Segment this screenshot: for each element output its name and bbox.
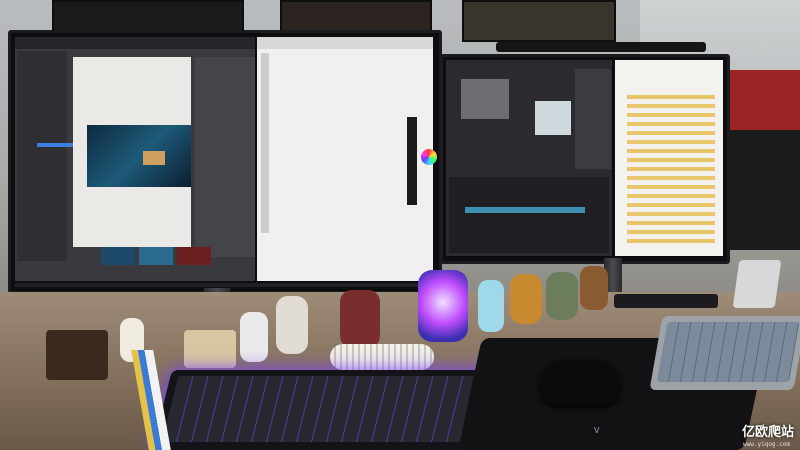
circuit-board-image bbox=[87, 125, 191, 187]
watermark-brand: 亿欧爬站 bbox=[741, 425, 794, 440]
drawing-app-toolbar bbox=[257, 37, 433, 49]
anime-figurine bbox=[340, 290, 380, 348]
gray-keyboard-keys bbox=[656, 322, 800, 382]
left-monitor bbox=[8, 30, 442, 294]
robot-figurine bbox=[240, 312, 268, 362]
thumb-1 bbox=[101, 247, 135, 265]
thumb-3 bbox=[177, 247, 211, 265]
file-icon-grid bbox=[627, 93, 715, 243]
red-box bbox=[730, 70, 800, 130]
timeline-clip bbox=[465, 207, 585, 213]
left-app-properties bbox=[195, 57, 255, 257]
astronaut-figurine-2 bbox=[276, 296, 308, 354]
printer bbox=[722, 130, 800, 250]
thumb-2 bbox=[139, 247, 173, 265]
media-bin bbox=[461, 79, 509, 119]
gold-astronaut-figurine bbox=[510, 274, 542, 324]
chip-highlight bbox=[143, 151, 165, 165]
glowing-speaker bbox=[418, 270, 468, 342]
preview-monitor bbox=[535, 101, 571, 135]
radio-speaker bbox=[184, 330, 236, 368]
left-app-toolbar bbox=[15, 37, 255, 49]
wall-picture-right bbox=[462, 0, 616, 42]
phone-on-stand bbox=[732, 260, 782, 308]
keyboard-keys bbox=[162, 376, 489, 442]
coiled-cable bbox=[330, 344, 434, 370]
mousepad-logo: V bbox=[594, 426, 600, 435]
monitor-light-bar bbox=[496, 42, 706, 52]
inspector-panel bbox=[575, 69, 611, 169]
astronaut-figurine-3 bbox=[478, 280, 504, 332]
green-astronaut-figurine bbox=[546, 272, 578, 320]
watermark-url: www.yiqog.com bbox=[743, 441, 790, 448]
timeline bbox=[449, 177, 609, 253]
wall-picture-left bbox=[52, 0, 244, 32]
retro-speaker bbox=[46, 330, 108, 380]
left-app-sidebar bbox=[17, 51, 67, 261]
usb-hub bbox=[614, 294, 718, 308]
drawing-tool-strip bbox=[261, 53, 269, 233]
figure-drawing bbox=[407, 117, 417, 205]
left-taskbar bbox=[15, 283, 433, 287]
color-wheel-icon bbox=[421, 149, 437, 165]
rgb-keyboard bbox=[152, 370, 498, 450]
dog-figurine bbox=[580, 266, 608, 310]
mouse-icon[interactable] bbox=[540, 360, 620, 406]
gray-keyboard bbox=[649, 316, 800, 390]
right-monitor bbox=[440, 54, 730, 264]
sidebar-selected-item bbox=[37, 143, 77, 147]
